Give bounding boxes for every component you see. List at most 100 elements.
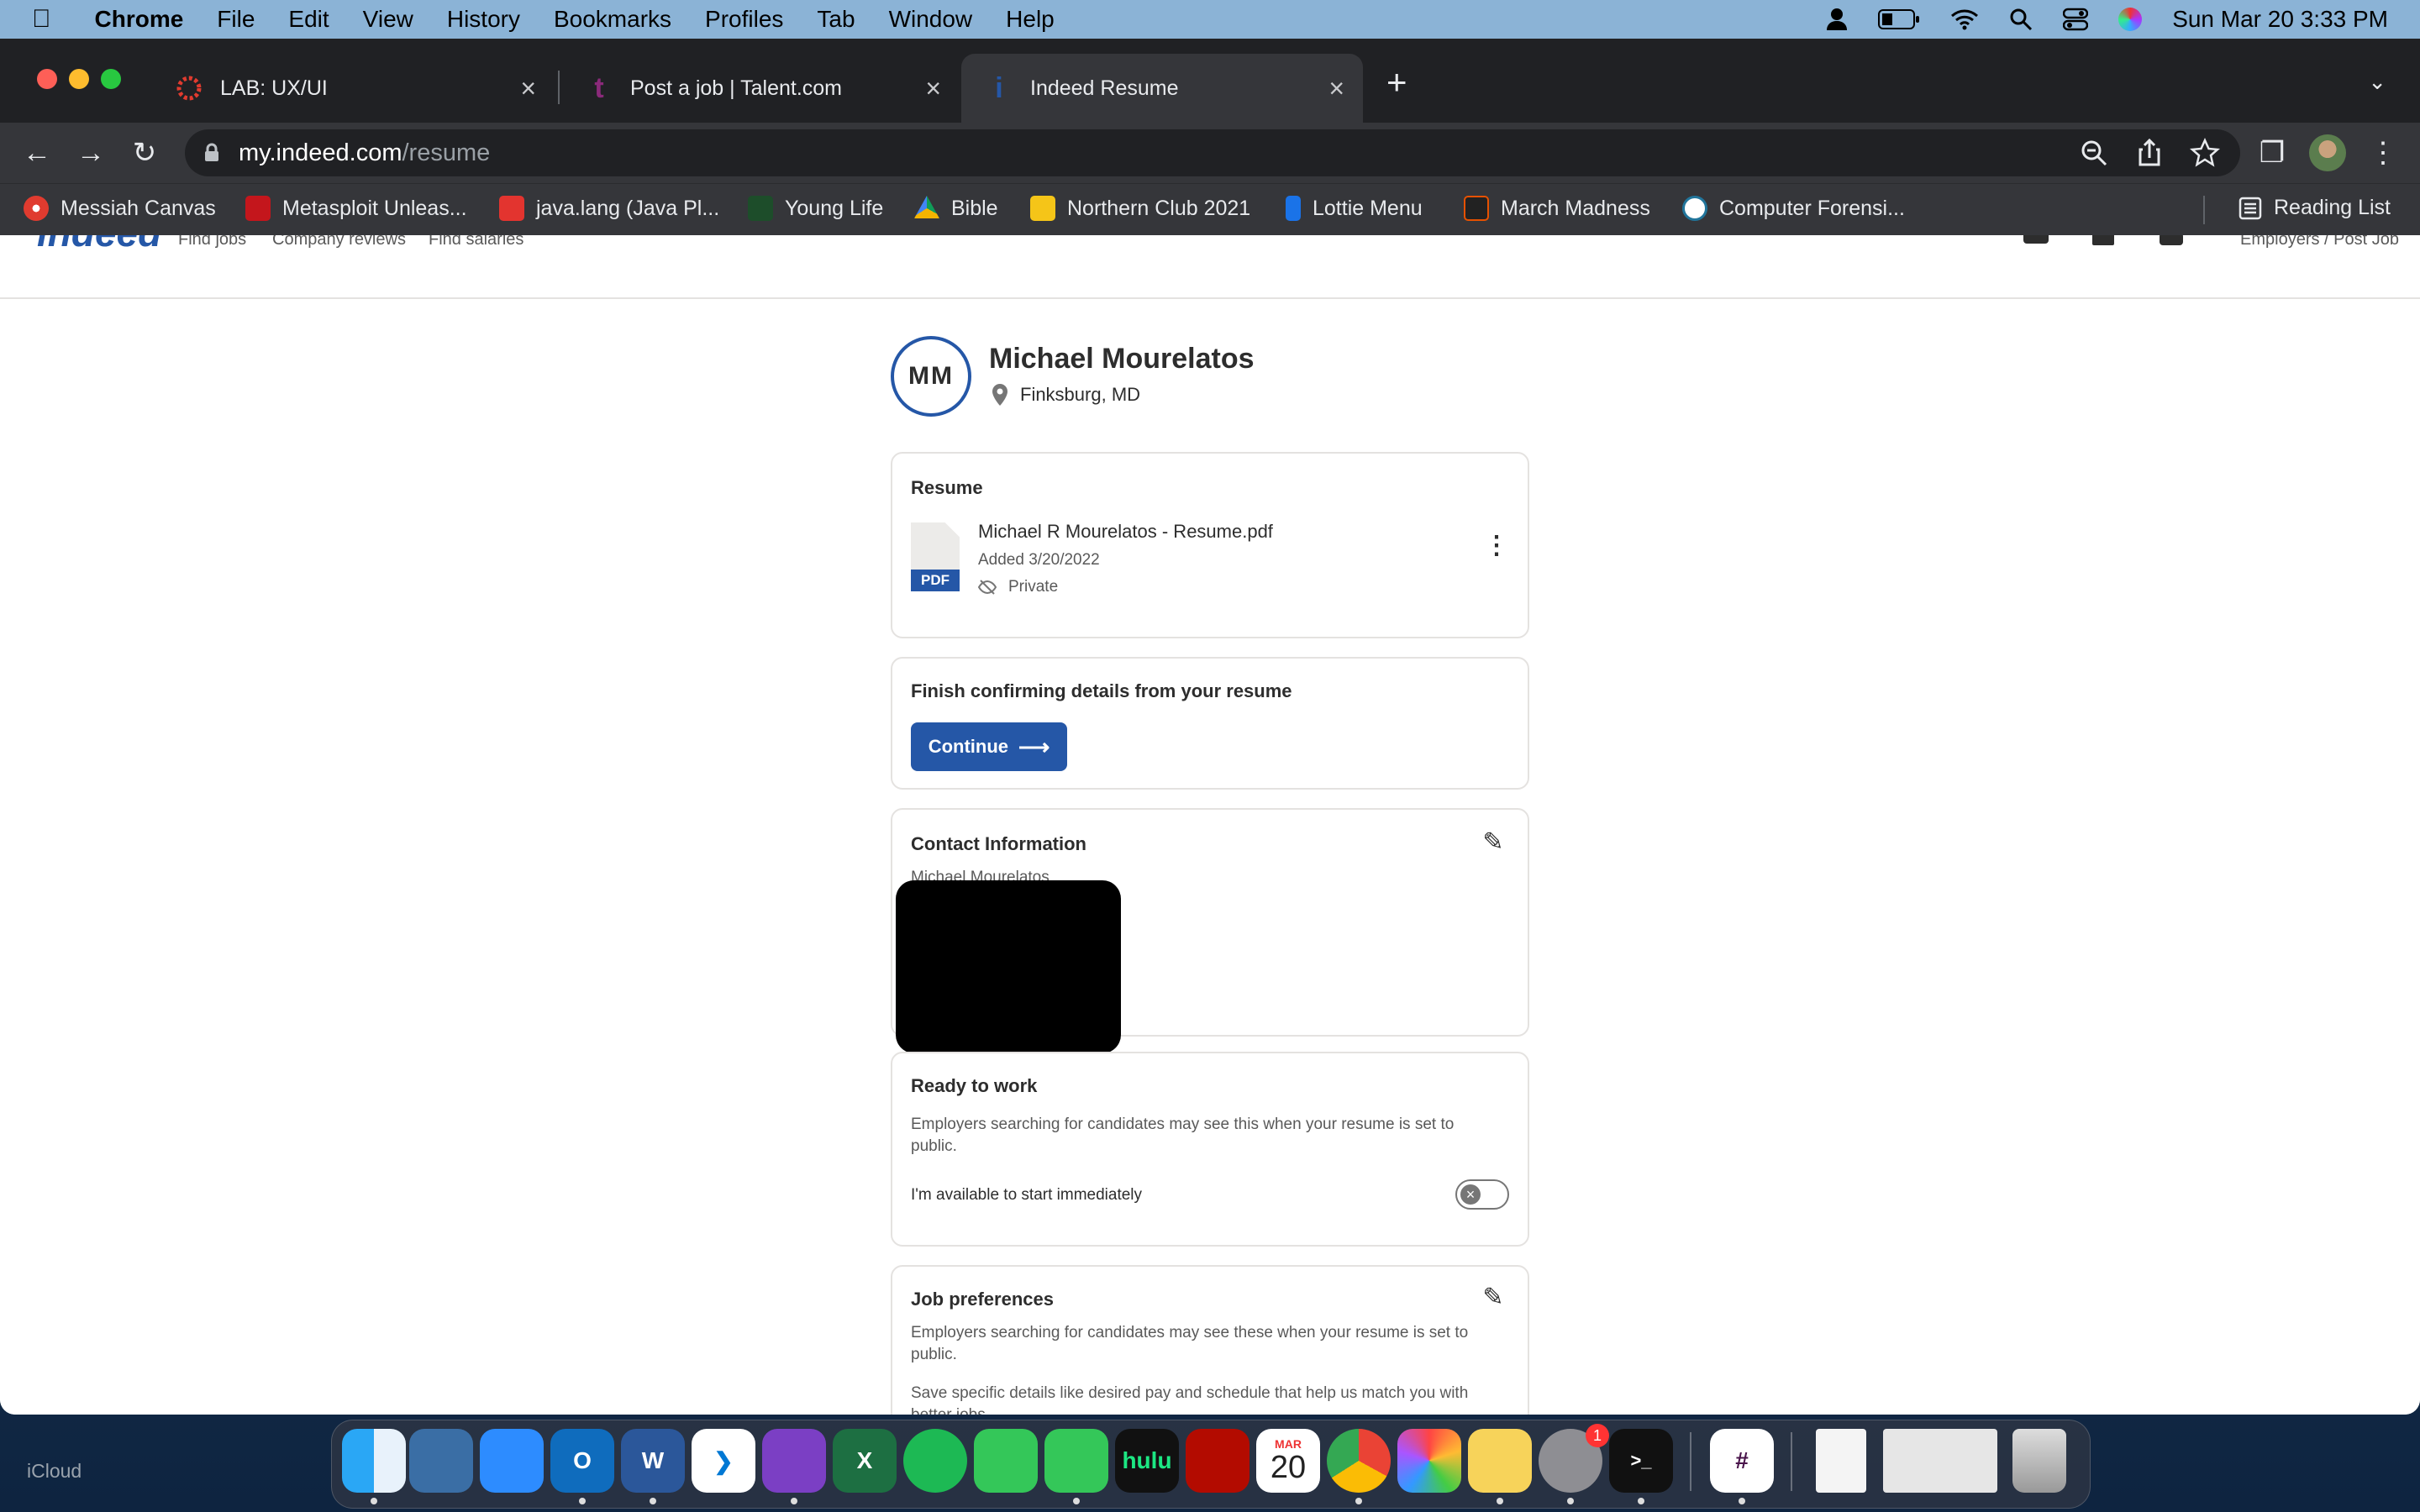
spotify-icon[interactable] [903,1429,967,1493]
prefs-heading: Job preferences [911,1289,1054,1310]
browser-window: LAB: UX/UI × t Post a job | Talent.com ×… [0,39,2420,1415]
menu-file[interactable]: File [217,6,255,33]
profile-avatar[interactable] [2309,134,2346,171]
acrobat-icon[interactable] [1186,1429,1249,1493]
employers-post-job-link[interactable]: Employers / Post Job [2240,235,2399,249]
battery-icon[interactable] [1878,8,1920,30]
nav-find-jobs[interactable]: Find jobs [178,235,246,249]
bookmark-northern-club[interactable]: Northern Club 2021 [1030,196,1250,221]
edit-pencil-icon[interactable]: ✎ [1479,1284,1507,1312]
new-tab-button[interactable]: + [1386,62,1407,102]
available-toggle[interactable]: × [1455,1179,1509,1210]
outlook-icon[interactable]: O [550,1429,614,1493]
spotlight-icon[interactable] [2009,8,2033,31]
bookmark-label: Messiah Canvas [60,196,216,220]
screenshot-stack-icon[interactable] [1883,1429,1997,1493]
share-icon[interactable] [2133,136,2166,170]
tab-close-icon[interactable]: × [520,72,536,104]
virtualbox-icon[interactable] [409,1429,473,1493]
github-icon[interactable] [762,1429,826,1493]
wifi-icon[interactable] [1950,8,1979,30]
trash-icon[interactable] [2012,1429,2066,1493]
bookmark-lottie-menu[interactable]: Lottie Menu [1286,196,1423,221]
zoom-app-icon[interactable] [480,1429,544,1493]
bookmark-metasploit[interactable]: Metasploit Unleas... [245,196,467,221]
menu-help[interactable]: Help [1006,6,1055,33]
address-bar[interactable]: my.indeed.com /resume [185,129,2240,176]
redaction-block [896,880,1121,1053]
messages-icon[interactable] [2023,235,2049,244]
extensions-icon[interactable]: ❐ [2252,133,2292,173]
facetime-icon[interactable] [974,1429,1038,1493]
more-options-icon[interactable]: ⋮ [1484,531,1509,560]
menu-view[interactable]: View [363,6,413,33]
bookmark-bible[interactable]: Bible [914,196,998,221]
tab-indeed-resume[interactable]: i Indeed Resume × [961,54,1363,123]
reload-button[interactable]: ↻ [124,133,165,173]
pdf-file-icon[interactable]: PDF [911,522,960,593]
menu-window[interactable]: Window [889,6,973,33]
menu-profiles[interactable]: Profiles [705,6,783,33]
bookmark-march-madness[interactable]: March Madness [1464,196,1650,221]
bookmark-young-life[interactable]: Young Life [748,196,883,221]
photos-icon[interactable] [1397,1429,1461,1493]
calendar-icon[interactable]: MAR 20 [1256,1429,1320,1493]
menu-edit[interactable]: Edit [288,6,329,33]
messages-app-icon[interactable] [1044,1429,1108,1493]
chrome-icon[interactable] [1327,1429,1391,1493]
clock-datetime[interactable]: Sun Mar 20 3:33 PM [2172,6,2388,33]
menu-app-name[interactable]: Chrome [95,6,184,33]
window-close-button[interactable] [37,69,57,89]
back-button[interactable]: ← [17,133,57,173]
location-text: Finksburg, MD [1020,384,1141,405]
tab-close-icon[interactable]: × [1328,72,1344,104]
zoom-icon[interactable] [2077,136,2111,170]
edit-pencil-icon[interactable]: ✎ [1479,828,1507,857]
bookmark-messiah-canvas[interactable]: Messiah Canvas [24,196,216,221]
terminal-icon[interactable]: >_ [1609,1429,1673,1493]
menu-history[interactable]: History [447,6,520,33]
bookmark-star-icon[interactable] [2188,136,2222,170]
indeed-logo[interactable]: indeed [37,235,161,255]
chrome-menu-icon[interactable]: ⋮ [2363,133,2403,173]
hulu-icon[interactable]: hulu [1115,1429,1179,1493]
toggle-x-icon: × [1460,1184,1481,1205]
bookmark-computer-forensics[interactable]: Computer Forensi... [1682,196,1905,221]
vscode-icon[interactable]: ❯ [692,1429,755,1493]
tab-lab-ux-ui[interactable]: LAB: UX/UI × [151,54,555,123]
tab-talent[interactable]: t Post a job | Talent.com × [561,54,960,123]
control-center-icon[interactable] [2063,8,2089,31]
bookmark-java-lang[interactable]: java.lang (Java Pl... [499,196,719,221]
tab-search-icon[interactable]: ⌄ [2368,69,2386,95]
menu-tab[interactable]: Tab [817,6,855,33]
forward-button[interactable]: → [71,133,111,173]
document-stack-icon[interactable] [1816,1429,1866,1493]
notifications-icon[interactable] [2092,235,2114,245]
continue-button[interactable]: Continue ⟶ [911,722,1067,771]
hulu-label: hulu [1122,1447,1172,1473]
siri-icon[interactable] [2118,8,2143,31]
nav-find-salaries[interactable]: Find salaries [429,235,523,249]
tab-close-icon[interactable]: × [925,72,941,104]
nav-company-reviews[interactable]: Company reviews [272,235,406,249]
avatar-initials: MM [908,362,954,390]
resume-filename[interactable]: Michael R Mourelatos - Resume.pdf [978,521,1273,543]
bookmark-label: Young Life [785,196,884,220]
apple-icon[interactable]:  [32,5,51,34]
word-icon[interactable]: W [621,1429,685,1493]
finder-icon[interactable] [342,1429,406,1493]
reading-list-button[interactable]: Reading List [2238,196,2391,220]
notification-badge: 1 [1586,1424,1609,1447]
slack-icon[interactable]: # [1710,1429,1774,1493]
user-icon[interactable] [1826,8,1848,31]
web-page: indeed Find jobs Company reviews Find sa… [0,235,2420,1415]
macos-menu-bar:  Chrome File Edit View History Bookmark… [0,0,2420,39]
window-zoom-button[interactable] [101,69,121,89]
excel-icon[interactable]: X [833,1429,897,1493]
window-minimize-button[interactable] [69,69,89,89]
menu-bookmarks[interactable]: Bookmarks [554,6,671,33]
stickies-icon[interactable] [1468,1429,1532,1493]
reading-list-label: Reading List [2274,196,2391,219]
account-icon[interactable] [2160,235,2183,245]
lock-icon[interactable] [203,143,220,163]
